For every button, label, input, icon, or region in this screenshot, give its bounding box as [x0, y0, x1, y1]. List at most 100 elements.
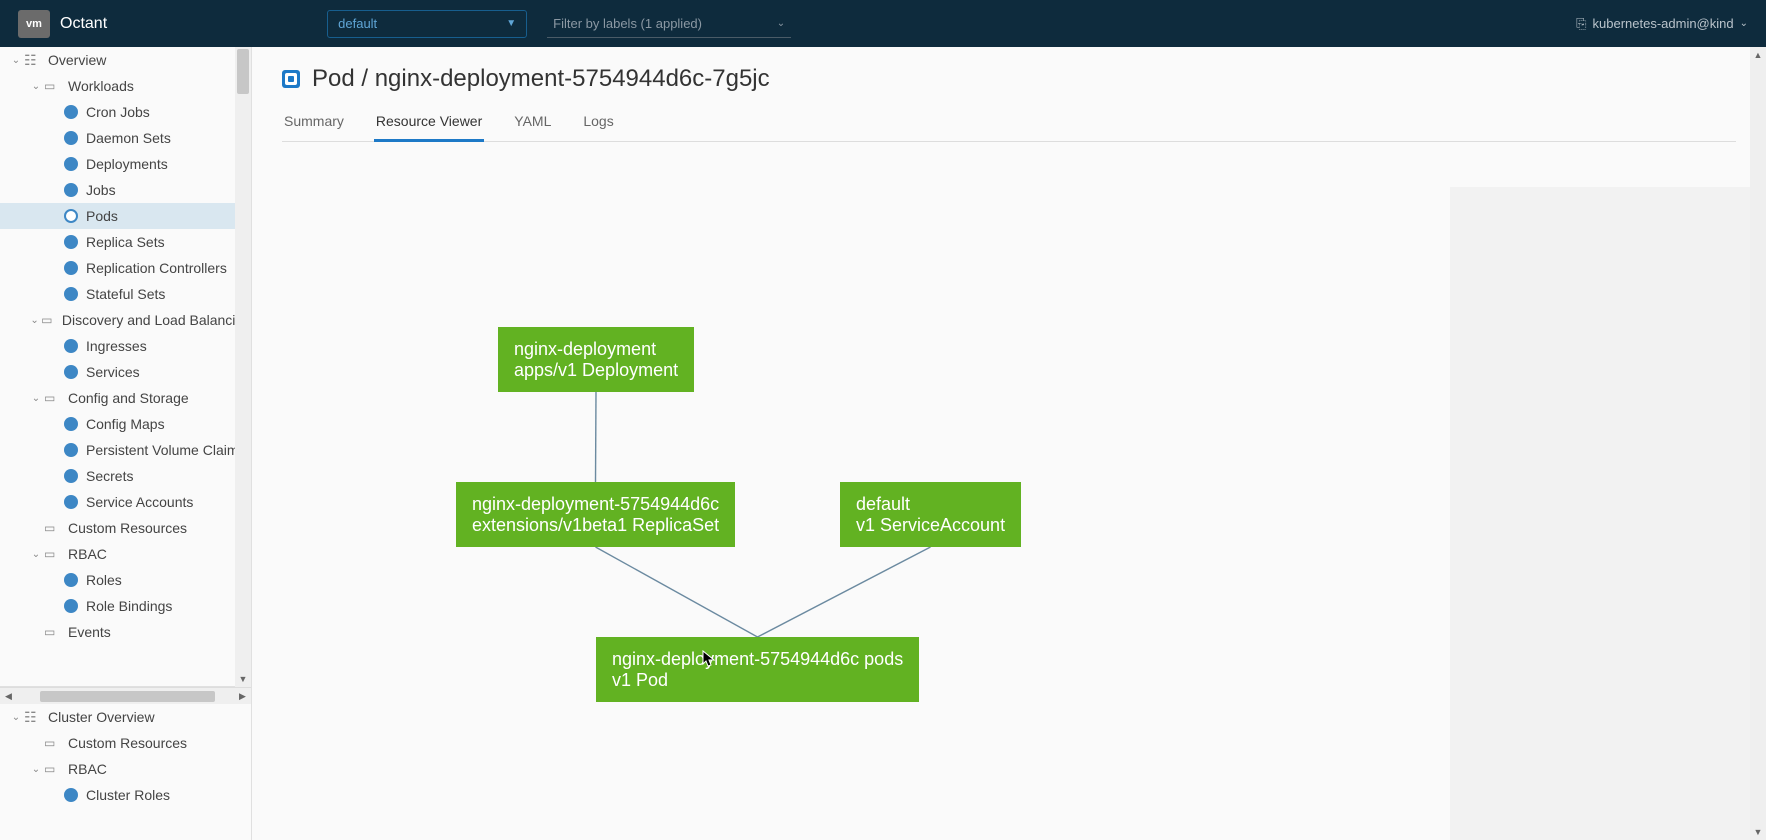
nav-item-replica-sets[interactable]: Replica Sets — [0, 229, 251, 255]
nav-item-ingresses[interactable]: Ingresses — [0, 333, 251, 359]
resource-icon — [64, 287, 78, 301]
label-filter-select[interactable]: Filter by labels (1 applied) ⌄ — [547, 10, 791, 38]
folder-icon: ▭ — [44, 79, 62, 93]
resource-icon — [64, 209, 78, 223]
node-name: nginx-deployment-5754944d6c — [472, 494, 719, 514]
node-name: default — [856, 494, 910, 514]
graph-node-serviceaccount[interactable]: defaultv1 ServiceAccount — [840, 482, 1021, 547]
folder-icon: ▭ — [44, 736, 62, 750]
nav-label: Services — [86, 364, 140, 380]
nav-group-rbac[interactable]: ⌄▭RBAC — [0, 756, 251, 782]
nav-item-services[interactable]: Services — [0, 359, 251, 385]
nav-item-cron-jobs[interactable]: Cron Jobs — [0, 99, 251, 125]
resource-icon — [64, 788, 78, 802]
nav-group-custom-resources[interactable]: ▭Custom Resources — [0, 515, 251, 541]
nav-group-config-and-storage[interactable]: ⌄▭ Config and Storage — [0, 385, 251, 411]
nav-label: Config and Storage — [68, 390, 189, 406]
nav-label: Events — [68, 624, 111, 640]
resource-icon — [64, 469, 78, 483]
scroll-down-icon[interactable]: ▼ — [1750, 824, 1766, 840]
graph-node-replicaset[interactable]: nginx-deployment-5754944d6cextensions/v1… — [456, 482, 735, 547]
vmware-logo: vm — [18, 10, 50, 38]
nav-item-config-maps[interactable]: Config Maps — [0, 411, 251, 437]
nav-overview[interactable]: ⌄☷ Overview — [0, 47, 251, 73]
sidebar-scrollbar-vertical[interactable]: ▲ ▼ — [235, 47, 251, 687]
cluster-context-select[interactable]: ⎘ kubernetes-admin@kind ⌄ — [1576, 16, 1748, 32]
nav-group-rbac[interactable]: ⌄▭RBAC — [0, 541, 251, 567]
folder-icon: ▭ — [41, 313, 56, 327]
graph-node-deployment[interactable]: nginx-deploymentapps/v1 Deployment — [498, 327, 694, 392]
nav-item-service-accounts[interactable]: Service Accounts — [0, 489, 251, 515]
nav-label: Replica Sets — [86, 234, 165, 250]
chevron-down-icon: ⌄ — [28, 393, 44, 404]
nav-label: Stateful Sets — [86, 286, 165, 302]
chevron-down-icon: ⌄ — [8, 55, 24, 66]
nav-label: Daemon Sets — [86, 130, 171, 146]
nav-group-custom-resources[interactable]: ▭ Custom Resources — [0, 730, 251, 756]
chevron-down-icon: ⌄ — [28, 81, 44, 92]
overview-icon: ☷ — [24, 52, 42, 69]
chevron-down-icon: ⌄ — [1740, 18, 1748, 29]
nav-label: Overview — [48, 52, 106, 68]
resource-icon — [64, 131, 78, 145]
folder-icon: ▭ — [44, 547, 62, 561]
scroll-thumb[interactable] — [40, 691, 215, 702]
nav-cluster-overview[interactable]: ⌄☷Cluster Overview — [0, 704, 251, 730]
node-kind: apps/v1 Deployment — [514, 360, 678, 380]
nav-item-deployments[interactable]: Deployments — [0, 151, 251, 177]
tab-yaml[interactable]: YAML — [512, 107, 553, 142]
nav-label: Role Bindings — [86, 598, 172, 614]
node-kind: v1 ServiceAccount — [856, 515, 1005, 535]
app-header: vm Octant default ▼ Filter by labels (1 … — [0, 0, 1766, 47]
nav-label: Discovery and Load Balancing — [62, 312, 251, 328]
scroll-right-icon[interactable]: ▶ — [234, 688, 251, 705]
tab-bar: Summary Resource Viewer YAML Logs — [282, 107, 1736, 142]
scroll-up-icon[interactable]: ▲ — [1750, 47, 1766, 63]
scroll-down-icon[interactable]: ▼ — [235, 671, 251, 687]
tab-logs[interactable]: Logs — [581, 107, 615, 142]
nav-item-roles[interactable]: Roles — [0, 567, 251, 593]
main-content: Pod / nginx-deployment-5754944d6c-7g5jc … — [252, 47, 1766, 840]
filter-label: Filter by labels (1 applied) — [553, 16, 702, 31]
folder-icon: ▭ — [44, 391, 62, 405]
nav-label: Custom Resources — [68, 735, 187, 751]
nav-item-persistent-volume-claims[interactable]: Persistent Volume Claims — [0, 437, 251, 463]
nav-group-workloads[interactable]: ⌄▭Workloads — [0, 73, 251, 99]
nav-item-pods[interactable]: Pods — [0, 203, 251, 229]
nav-label: Cluster Roles — [86, 787, 170, 803]
cluster-context-label: kubernetes-admin@kind — [1593, 16, 1734, 31]
resource-icon — [64, 235, 78, 249]
resource-graph[interactable]: nginx-deploymentapps/v1 Deployment nginx-… — [282, 142, 1242, 742]
nav-group-discovery-and-load-balancing[interactable]: ⌄▭Discovery and Load Balancing — [0, 307, 251, 333]
nav-label: Pods — [86, 208, 118, 224]
nav-item-replication-controllers[interactable]: Replication Controllers — [0, 255, 251, 281]
nav-item-jobs[interactable]: Jobs — [0, 177, 251, 203]
nav-item-role-bindings[interactable]: Role Bindings — [0, 593, 251, 619]
nav-label: Roles — [86, 572, 122, 588]
nav-group-events[interactable]: ▭Events — [0, 619, 251, 645]
tab-summary[interactable]: Summary — [282, 107, 346, 142]
node-kind: v1 Pod — [612, 670, 668, 690]
resource-icon — [64, 157, 78, 171]
page-title: Pod / nginx-deployment-5754944d6c-7g5jc — [312, 65, 770, 93]
main-scrollbar-vertical[interactable]: ▲ ▼ — [1750, 47, 1766, 840]
nav-label: Cluster Overview — [48, 709, 155, 725]
nav-item-stateful-sets[interactable]: Stateful Sets — [0, 281, 251, 307]
nav-item-cluster-roles[interactable]: Cluster Roles — [0, 782, 251, 808]
scroll-left-icon[interactable]: ◀ — [0, 688, 17, 705]
pod-icon — [282, 70, 300, 88]
graph-node-pod[interactable]: nginx-deployment-5754944d6c podsv1 Pod — [596, 637, 919, 702]
resource-icon — [64, 417, 78, 431]
nav-label: Ingresses — [86, 338, 147, 354]
overview-icon: ☷ — [24, 709, 42, 726]
nav-item-daemon-sets[interactable]: Daemon Sets — [0, 125, 251, 151]
tab-resource-viewer[interactable]: Resource Viewer — [374, 107, 484, 142]
nav-item-secrets[interactable]: Secrets — [0, 463, 251, 489]
detail-panel — [1450, 187, 1750, 840]
scroll-thumb[interactable] — [237, 49, 249, 94]
nav-label: Config Maps — [86, 416, 165, 432]
sidebar-scrollbar-horizontal[interactable]: ◀ ▶ — [0, 687, 251, 704]
resource-icon — [64, 495, 78, 509]
namespace-select[interactable]: default ▼ — [327, 10, 527, 38]
nav-label: Custom Resources — [68, 520, 187, 536]
